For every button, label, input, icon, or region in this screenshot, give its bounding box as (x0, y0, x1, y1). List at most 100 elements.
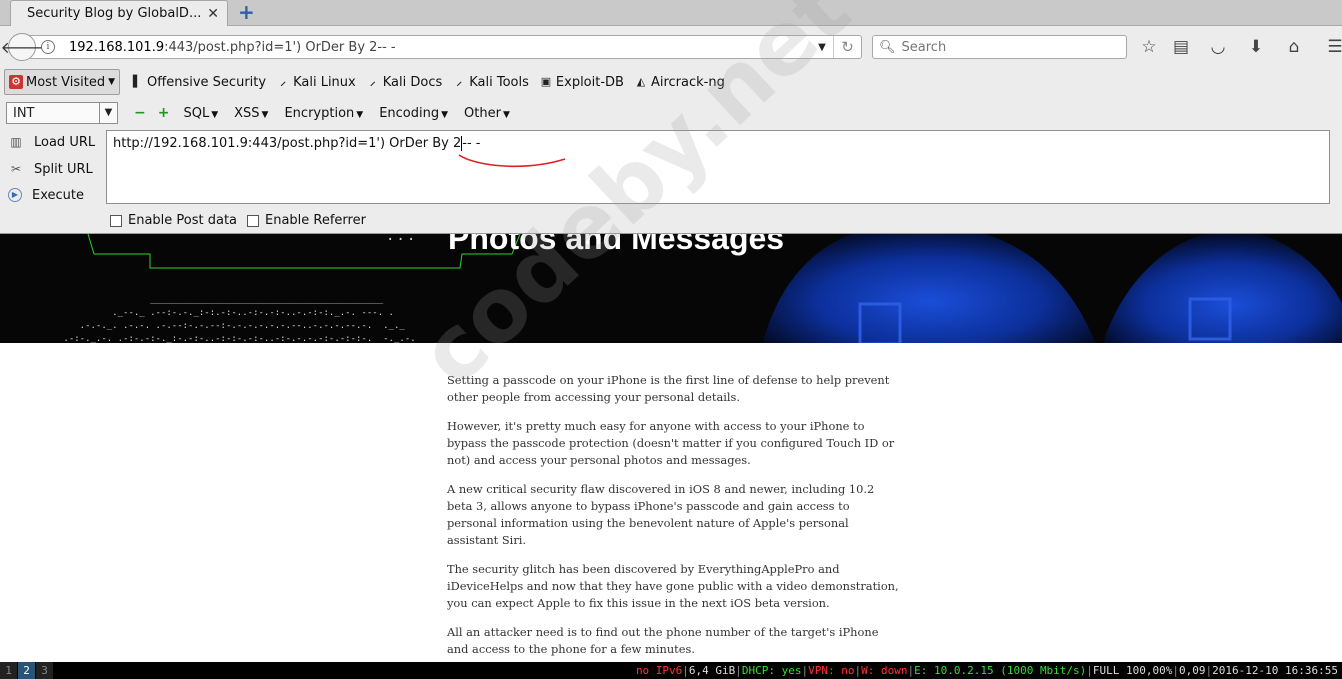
status-separator: | (735, 664, 742, 677)
download-icon[interactable]: ⬇ (1245, 36, 1267, 58)
execute-play-icon: ▶ (8, 188, 22, 202)
enable-referrer-label: Enable Referrer (265, 213, 366, 228)
status-ipv6: no IPv6 (635, 664, 683, 677)
enable-post-label: Enable Post data (128, 213, 238, 228)
menu-encoding[interactable]: Encoding ▼ (379, 106, 448, 121)
checkbox-box (110, 214, 122, 227)
url-text[interactable]: 192.168.101.9:443/post.php?id=1') OrDer … (69, 40, 811, 55)
bookmark-kali-docs[interactable]: ⸝ Kali Docs (362, 69, 447, 95)
caret-down-icon: ▼ (441, 109, 449, 120)
bookmark-exploit-db[interactable]: ▣ Exploit-DB (535, 69, 628, 95)
caret-down-icon: ▼ (261, 109, 269, 120)
url-path: :443/post.php?id=1') OrDer By 2-- - (164, 39, 396, 55)
workspace-switcher: 1 2 3 (0, 662, 54, 679)
arrow-left-icon: 🡐 (0, 38, 44, 57)
hero-title: Photos and Messages (448, 234, 785, 256)
kali-dragon-icon: ⸝ (456, 75, 463, 88)
bookmark-label: Offensive Security (147, 74, 267, 90)
bookmark-label: Exploit-DB (555, 74, 624, 90)
hero-banner: ··· Photos and Messages ________________… (0, 234, 1342, 343)
menu-icon[interactable]: ☰ (1324, 36, 1342, 58)
bookmark-offensive-security[interactable]: ▌ Offensive Security (126, 69, 270, 95)
home-icon[interactable]: ⌂ (1283, 36, 1305, 58)
hero-dots: ··· (386, 234, 418, 248)
reading-list-icon[interactable]: ▤ (1170, 36, 1192, 58)
article-paragraph: The security glitch has been discovered … (447, 562, 899, 610)
status-vpn: VPN: no (808, 664, 855, 677)
enable-post-checkbox[interactable]: Enable Post data (110, 213, 237, 228)
load-url-button[interactable]: ▥ Load URL (8, 131, 95, 153)
most-visited-icon: ⚙ (9, 75, 23, 89)
status-separator: | (682, 664, 689, 677)
caret-down-icon: ▼ (502, 109, 510, 120)
url-history-dropdown-icon[interactable]: ▼ (811, 42, 833, 53)
pocket-icon[interactable]: ◡ (1207, 36, 1229, 58)
offensive-security-icon: ▌ (132, 75, 142, 88)
bookmarks-toolbar: ⚙ Most Visited ▼ ▌ Offensive Security ⸝ Ka… (0, 66, 1342, 98)
increase-icon[interactable]: + (158, 105, 170, 121)
i3-status-bar: 1 2 3 no IPv6|6,4 GiB|DHCP: yes|VPN: no|… (0, 662, 1342, 679)
tab-title: Security Blog by GlobalD... (27, 6, 202, 21)
bookmark-kali-linux[interactable]: ⸝ Kali Linux (272, 69, 360, 95)
menu-label: SQL (183, 105, 210, 121)
enable-referrer-checkbox[interactable]: Enable Referrer (247, 213, 366, 228)
status-ethernet: E: 10.0.2.15 (1000 Mbit/s) (914, 664, 1087, 677)
hackbar-toolbar: INT ▼ − + SQL ▼ XSS ▼ Encryption ▼ Encoding… (0, 98, 1342, 128)
workspace-3[interactable]: 3 (36, 662, 53, 679)
bookmark-label: Kali Tools (469, 74, 529, 90)
status-dhcp: DHCP: yes (741, 664, 802, 677)
bookmark-label: Aircrack-ng (650, 74, 725, 90)
status-datetime: 2016-12-10 16:36:55 (1212, 664, 1338, 677)
status-separator: | (1086, 664, 1093, 677)
search-input[interactable] (901, 39, 1122, 55)
chevron-down-icon: ▼ (108, 77, 116, 87)
caret-down-icon: ▼ (356, 109, 364, 120)
hackbar-type-value: INT (13, 105, 35, 121)
new-tab-icon[interactable]: + (238, 2, 255, 22)
status-load: 0,09 (1179, 664, 1206, 677)
url-host: 192.168.101.9 (69, 39, 165, 55)
most-visited-button[interactable]: ⚙ Most Visited ▼ (4, 69, 121, 95)
decrease-icon[interactable]: − (134, 105, 146, 121)
menu-xss[interactable]: XSS ▼ (234, 106, 268, 121)
article-paragraph: All an attacker need is to find out the … (447, 625, 879, 656)
execute-button[interactable]: ▶ Execute (8, 184, 84, 206)
bookmark-star-icon[interactable]: ☆ (1138, 36, 1160, 58)
split-url-button[interactable]: ✂ Split URL (8, 158, 93, 180)
workspace-2[interactable]: 2 (18, 662, 35, 679)
bookmark-kali-tools[interactable]: ⸝ Kali Tools (448, 69, 533, 95)
kali-dragon-icon: ⸝ (280, 75, 286, 88)
most-visited-label: Most Visited (26, 74, 106, 90)
most-visited-wrap: ⚙ Most Visited ▼ (9, 69, 115, 95)
exploit-db-icon: ▣ (540, 75, 552, 88)
hooded-figure-image (762, 234, 1342, 343)
tab-close-icon[interactable]: ✕ (207, 6, 219, 22)
menu-label: Other (464, 105, 501, 121)
menu-label: XSS (234, 105, 260, 121)
menu-sql[interactable]: SQL ▼ (183, 106, 218, 121)
hackbar-url-text: http://192.168.101.9:443/post.php?id=1')… (113, 136, 462, 151)
menu-label: Encoding (379, 105, 440, 121)
hackbar-type-select[interactable]: INT ▼ (6, 102, 118, 124)
tab-bar: Security Blog by GlobalD... ✕ + (0, 0, 1342, 26)
tab-active[interactable]: Security Blog by GlobalD... ✕ (10, 0, 228, 26)
article-paragraph: Setting a passcode on your iPhone is the… (447, 373, 890, 404)
bookmark-label: Kali Linux (293, 74, 356, 90)
back-button[interactable]: 🡐 (1, 33, 43, 61)
status-battery: FULL 100,00% (1092, 664, 1173, 677)
url-bar[interactable]: i 192.168.101.9:443/post.php?id=1') OrDe… (30, 35, 862, 59)
menu-encryption[interactable]: Encryption ▼ (284, 106, 363, 121)
reload-icon[interactable]: ↻ (833, 36, 861, 58)
menu-other[interactable]: Other ▼ (464, 106, 510, 121)
status-disk: 6,4 GiB (688, 664, 736, 677)
status-info: no IPv6|6,4 GiB|DHCP: yes|VPN: no|W: dow… (636, 662, 1338, 679)
load-url-label: Load URL (34, 134, 96, 150)
status-wifi: W: down (861, 664, 908, 677)
bookmark-aircrack-ng[interactable]: ◭ Aircrack-ng (630, 69, 729, 95)
article-body: Setting a passcode on your iPhone is the… (447, 372, 902, 670)
bookmark-label: Kali Docs (382, 74, 443, 90)
search-bar[interactable]: 🔍︎ (872, 35, 1127, 59)
menu-label: Encryption (284, 105, 355, 121)
workspace-1[interactable]: 1 (0, 662, 17, 679)
hackbar-url-textarea[interactable]: http://192.168.101.9:443/post.php?id=1')… (106, 130, 1330, 204)
